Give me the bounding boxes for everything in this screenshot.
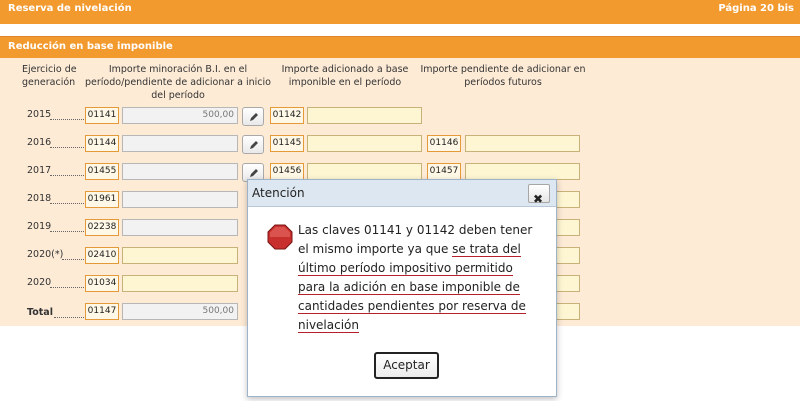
edit-button[interactable]	[242, 135, 264, 154]
leader-dots	[54, 317, 84, 318]
code-box: 02238	[85, 219, 119, 236]
amount-input[interactable]	[465, 135, 580, 152]
amount-input[interactable]	[307, 135, 422, 152]
close-button[interactable]: ✖	[528, 184, 550, 206]
amount-input[interactable]	[307, 163, 422, 180]
code-box: 01142	[270, 107, 304, 124]
total-amount: 500,00	[122, 303, 238, 320]
amount-input[interactable]: 500,00	[122, 107, 238, 124]
code-box: 01961	[85, 191, 119, 208]
column-header-added: Importe adicionado a base imponible en el…	[281, 64, 409, 88]
year-label: 2020(*)	[27, 249, 64, 260]
column-header-reduction: Importe minoración B.I. en el período/pen…	[85, 64, 271, 101]
code-box: 01146	[427, 135, 461, 152]
code-box: 02410	[85, 247, 119, 264]
dialog-title: Atención	[252, 186, 305, 200]
leader-dots	[50, 231, 84, 232]
amount-input[interactable]	[465, 163, 580, 180]
code-box: 01034	[85, 275, 119, 292]
total-label: Total	[27, 307, 53, 318]
pencil-icon	[250, 113, 258, 121]
year-label: 2018	[27, 193, 52, 204]
section-title: Reducción en base imponible	[8, 41, 173, 52]
leader-dots	[50, 119, 84, 120]
dialog-titlebar: Atención ✖	[248, 180, 556, 207]
edit-button[interactable]	[242, 107, 264, 126]
pencil-icon	[250, 169, 258, 177]
accept-button[interactable]: Aceptar	[374, 352, 439, 379]
column-header-year: Ejercicio de generación	[22, 64, 77, 88]
leader-dots	[50, 203, 84, 204]
code-box: 01147	[85, 303, 119, 320]
code-box: 01145	[270, 135, 304, 152]
alert-dialog: Atención ✖ Las claves 01141 y 01142 debe…	[247, 179, 557, 397]
leader-dots	[50, 175, 84, 176]
code-box: 01144	[85, 135, 119, 152]
stop-icon	[267, 224, 293, 250]
amount-input[interactable]	[122, 219, 238, 236]
pencil-icon	[250, 141, 258, 149]
column-header-pending: Importe pendiente de adicionar en período…	[420, 64, 586, 88]
leader-dots	[50, 287, 84, 288]
year-label: 2020	[27, 277, 52, 288]
amount-input[interactable]	[122, 247, 238, 264]
amount-input[interactable]	[122, 191, 238, 208]
leader-dots	[62, 259, 84, 260]
year-label: 2016	[27, 137, 52, 148]
dialog-message: Las claves 01141 y 01142 deben tener el …	[298, 223, 533, 333]
code-box: 01141	[85, 107, 119, 124]
close-icon: ✖	[533, 192, 544, 206]
page-title: Reserva de nivelación	[8, 3, 132, 14]
section-header: Reducción en base imponible	[0, 36, 800, 58]
amount-input[interactable]	[122, 135, 238, 152]
code-box: 01455	[85, 163, 119, 180]
code-box: 01456	[270, 163, 304, 180]
page-number: Página 20 bis	[718, 3, 794, 14]
amount-input[interactable]	[307, 107, 422, 124]
amount-input[interactable]	[122, 275, 238, 292]
year-label: 2019	[27, 221, 52, 232]
leader-dots	[50, 147, 84, 148]
code-box: 01457	[427, 163, 461, 180]
year-label: 2017	[27, 165, 52, 176]
top-bar: Reserva de nivelación Página 20 bis	[0, 0, 800, 24]
amount-input[interactable]	[122, 163, 238, 180]
year-label: 2015	[27, 109, 52, 120]
